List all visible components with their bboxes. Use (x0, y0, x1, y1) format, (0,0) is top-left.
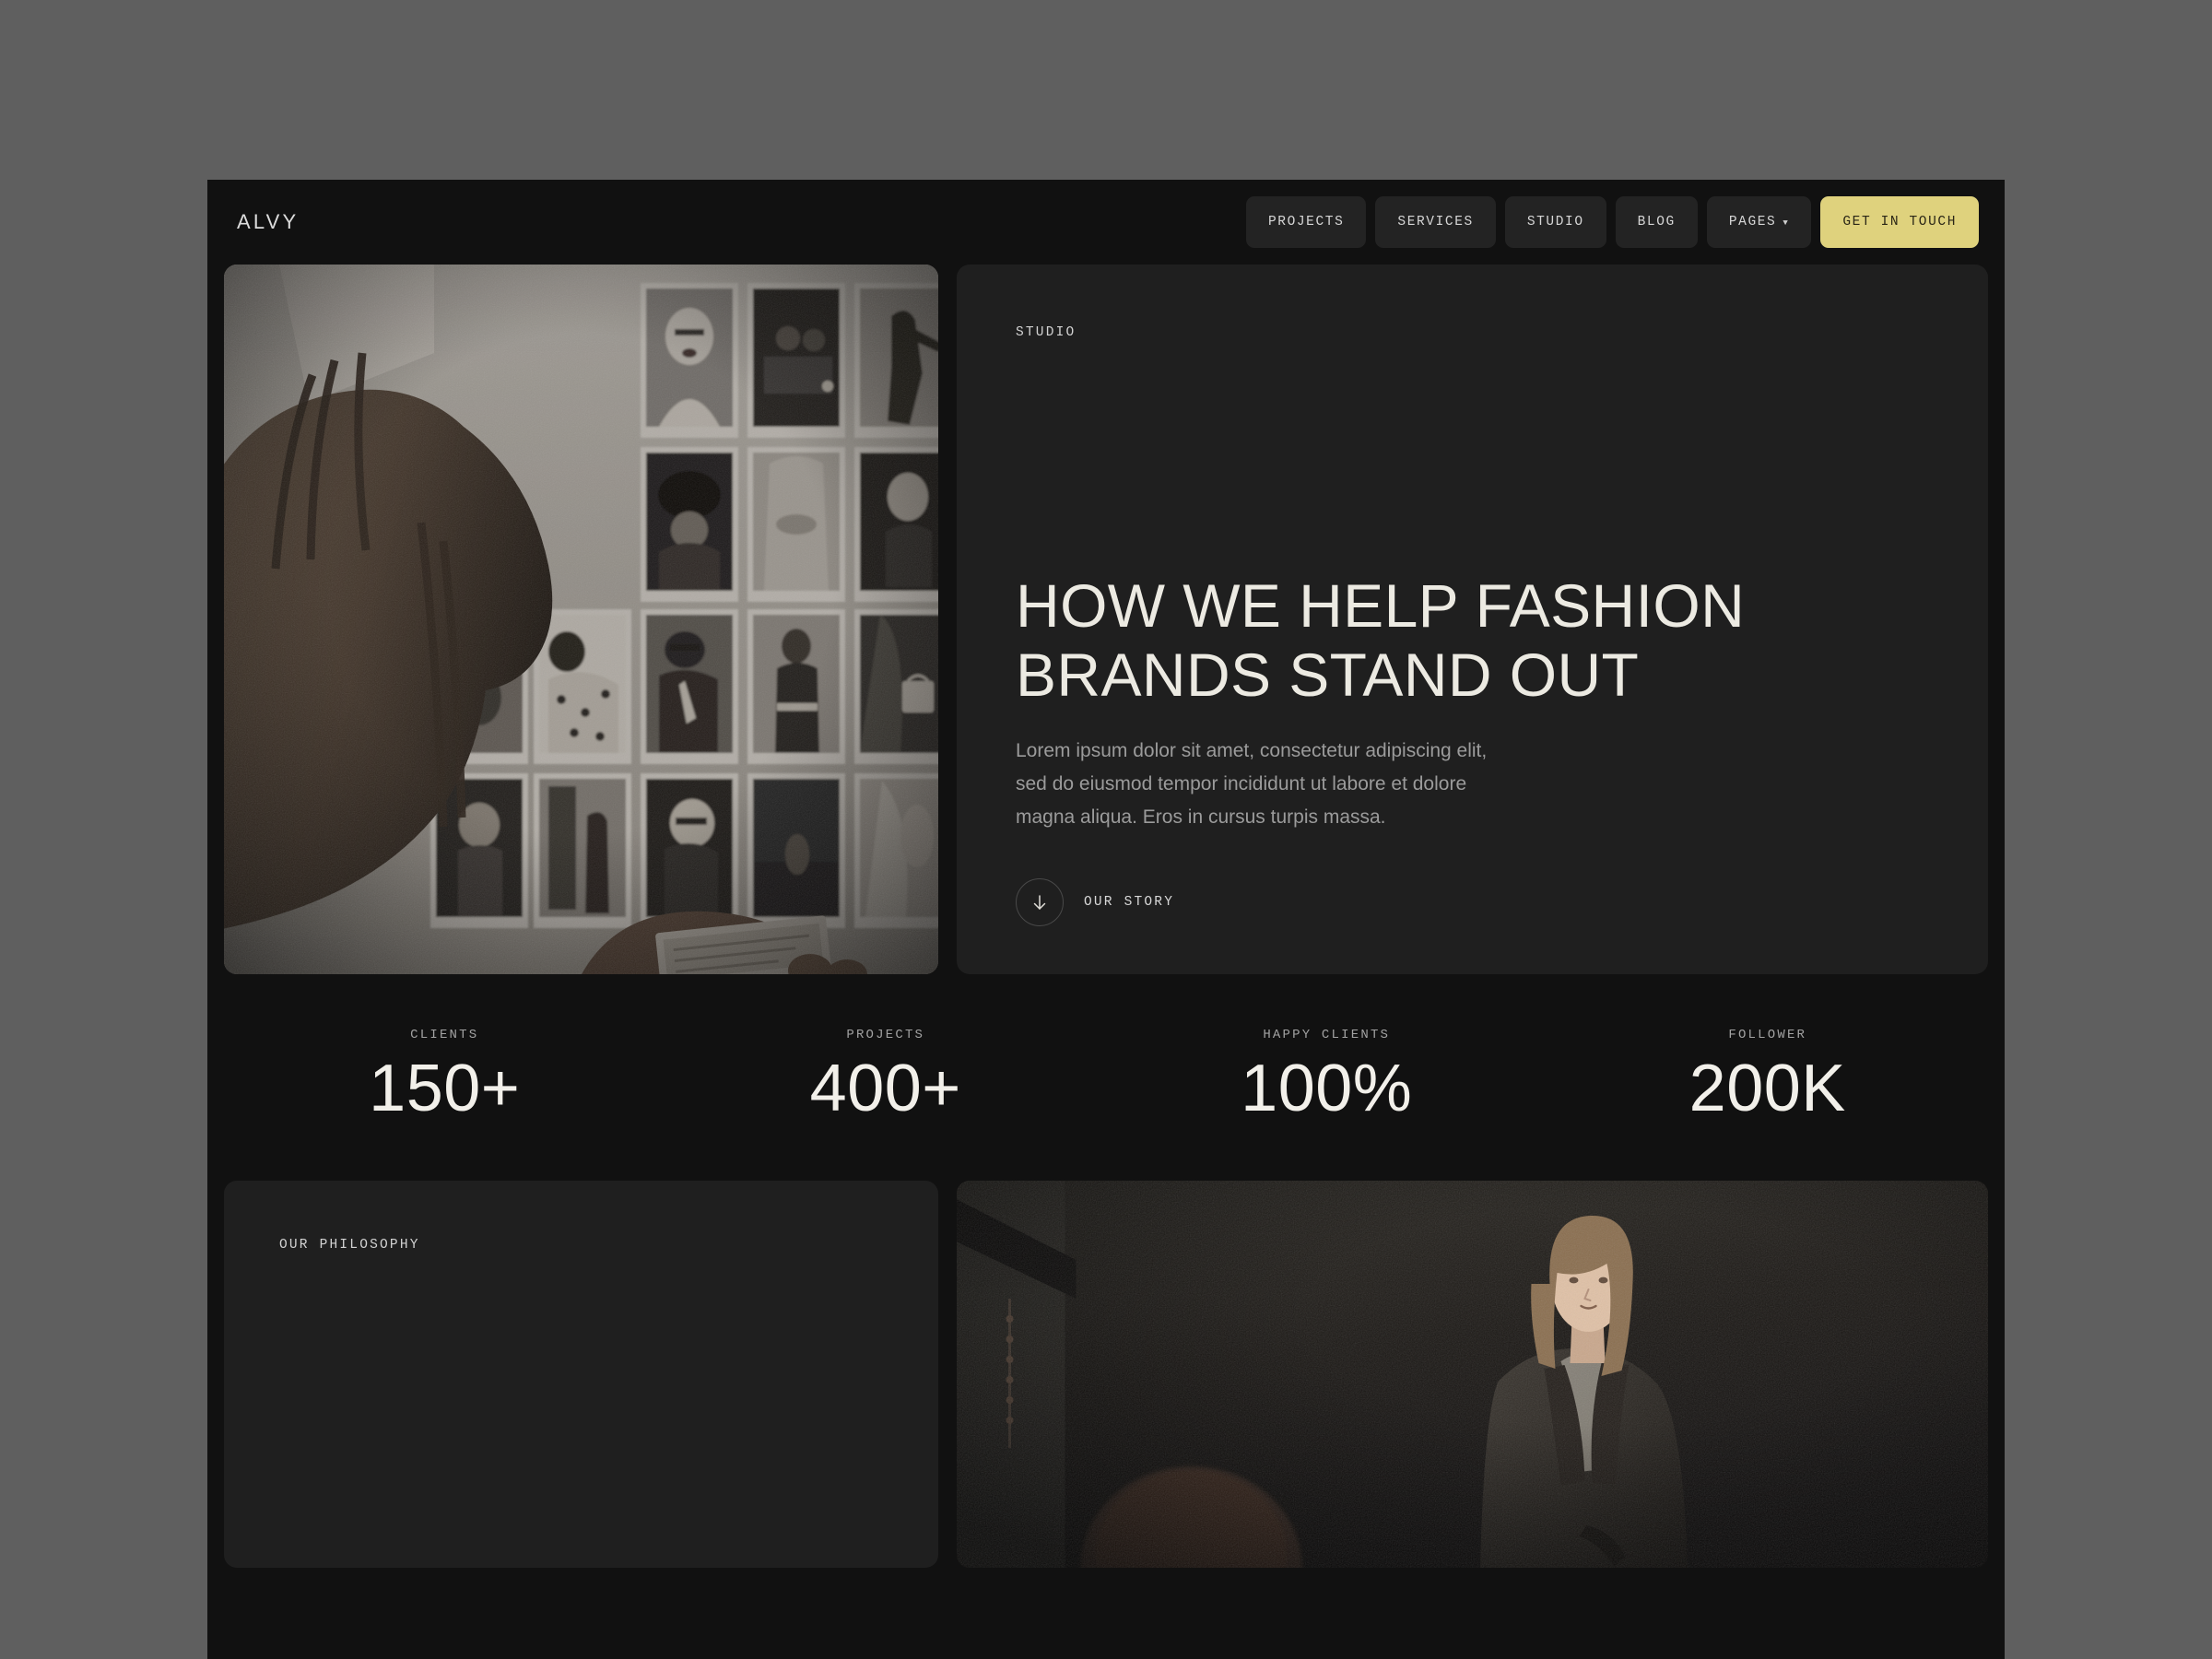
brand-logo[interactable]: ALVY (233, 210, 299, 234)
hero-title: HOW WE HELP FASHION BRANDS STAND OUT (1016, 571, 1746, 710)
stat-projects: PROJECTS 400+ (665, 1028, 1107, 1125)
nav-item-label: SERVICES (1397, 215, 1474, 229)
stat-follower: FOLLOWER 200K (1547, 1028, 1989, 1125)
hero-eyebrow: STUDIO (1016, 325, 1077, 340)
hero-paragraph: Lorem ipsum dolor sit amet, consectetur … (1016, 739, 1488, 828)
stat-label: CLIENTS (410, 1028, 479, 1042)
nav-item-blog[interactable]: BLOG (1615, 196, 1698, 248)
stat-happy-clients: HAPPY CLIENTS 100% (1106, 1028, 1547, 1125)
nav-item-services[interactable]: SERVICES (1375, 196, 1496, 248)
stat-label: PROJECTS (846, 1028, 925, 1042)
stat-value: 400+ (809, 1052, 961, 1125)
stat-label: FOLLOWER (1728, 1028, 1807, 1042)
get-in-touch-button[interactable]: GET IN TOUCH (1820, 196, 1979, 248)
nav-item-label: PROJECTS (1267, 215, 1345, 229)
cta-label: GET IN TOUCH (1842, 215, 1957, 229)
philosophy-image-artwork (957, 1180, 1988, 1568)
hero-image (224, 265, 938, 974)
nav-item-projects[interactable]: PROJECTS (1245, 196, 1367, 248)
nav-item-label: PAGES (1728, 215, 1777, 229)
philosophy-eyebrow: OUR PHILOSOPHY (279, 1237, 420, 1253)
our-story-button[interactable]: OUR STORY (1016, 878, 1174, 926)
chevron-down-icon: ▼ (1783, 218, 1790, 228)
stat-clients: CLIENTS 150+ (224, 1028, 665, 1125)
stat-value: 200K (1688, 1052, 1846, 1125)
stat-label: HAPPY CLIENTS (1263, 1028, 1391, 1042)
screenshot-canvas: ALVY PROJECTS SERVICES STUDIO BLOG PAGES… (0, 0, 2212, 1659)
nav-item-label: BLOG (1637, 215, 1676, 229)
nav-item-label: STUDIO (1526, 215, 1584, 229)
our-story-label: OUR STORY (1084, 895, 1175, 910)
hero-image-artwork (224, 265, 938, 974)
hero-body: HOW WE HELP FASHION BRANDS STAND OUT Lor… (1016, 571, 1929, 926)
hero-text-card: STUDIO HOW WE HELP FASHION BRANDS STAND … (957, 265, 1988, 974)
stats-section: CLIENTS 150+ PROJECTS 400+ HAPPY CLIENTS… (207, 974, 2005, 1181)
stat-value: 150+ (369, 1052, 521, 1125)
main-navigation: PROJECTS SERVICES STUDIO BLOG PAGES ▼ GE… (1245, 196, 1979, 248)
nav-item-studio[interactable]: STUDIO (1504, 196, 1606, 248)
nav-item-pages[interactable]: PAGES ▼ (1706, 196, 1812, 248)
arrow-down-icon (1016, 878, 1064, 926)
website-page: ALVY PROJECTS SERVICES STUDIO BLOG PAGES… (207, 180, 2005, 1659)
stat-value: 100% (1241, 1052, 1413, 1125)
philosophy-text-card: OUR PHILOSOPHY (224, 1180, 938, 1568)
site-header: ALVY PROJECTS SERVICES STUDIO BLOG PAGES… (207, 180, 2005, 265)
philosophy-section: OUR PHILOSOPHY (207, 1180, 2005, 1568)
hero-section: STUDIO HOW WE HELP FASHION BRANDS STAND … (207, 265, 2005, 974)
philosophy-image (957, 1180, 1988, 1568)
